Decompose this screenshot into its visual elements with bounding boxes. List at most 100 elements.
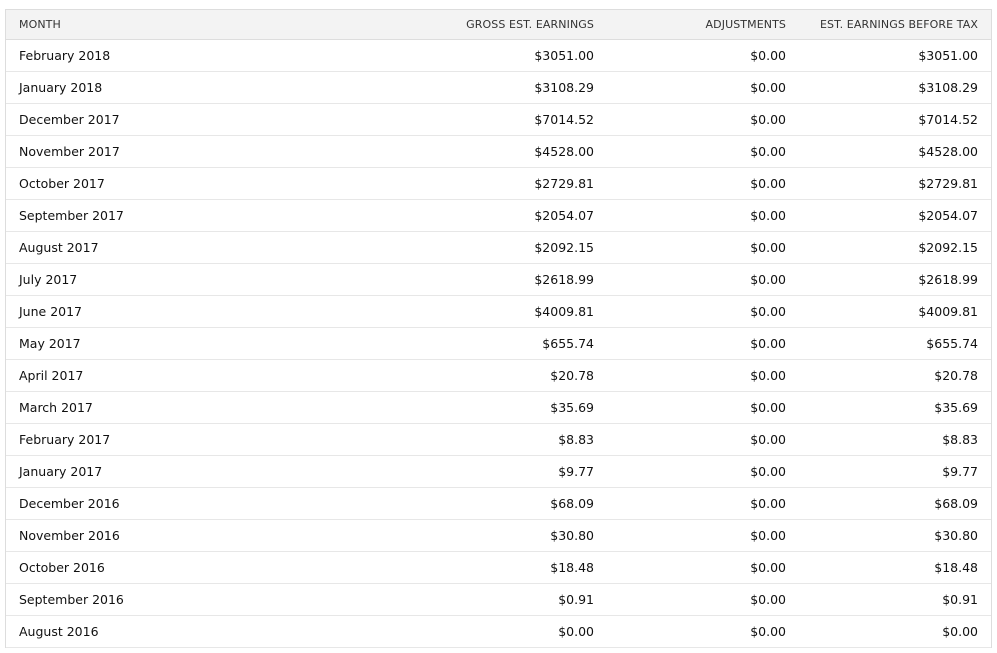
month-cell: May 2017	[19, 336, 81, 351]
table-row: July 2017 $2618.99 $0.00 $2618.99	[6, 264, 991, 296]
adjustments-cell: $0.00	[750, 432, 786, 447]
month-cell: February 2017	[19, 432, 111, 447]
gross-earnings-cell: $68.09	[550, 496, 594, 511]
adjustments-cell: $0.00	[750, 80, 786, 95]
adjustments-cell: $0.00	[750, 560, 786, 575]
month-cell: June 2017	[19, 304, 83, 319]
table-row: April 2017 $20.78 $0.00 $20.78	[6, 360, 991, 392]
column-header-adjustments[interactable]: ADJUSTMENTS	[594, 18, 786, 31]
earnings-before-tax-cell: $4009.81	[918, 304, 978, 319]
table-row: May 2017 $655.74 $0.00 $655.74	[6, 328, 991, 360]
table-row: January 2018 $3108.29 $0.00 $3108.29	[6, 72, 991, 104]
earnings-before-tax-cell: $2092.15	[918, 240, 978, 255]
month-cell: January 2017	[19, 464, 103, 479]
adjustments-cell: $0.00	[750, 624, 786, 639]
earnings-before-tax-cell: $2054.07	[918, 208, 978, 223]
month-cell: March 2017	[19, 400, 93, 415]
earnings-table: MONTH GROSS EST. EARNINGS ADJUSTMENTS ES…	[5, 9, 992, 648]
table-row: September 2017 $2054.07 $0.00 $2054.07	[6, 200, 991, 232]
gross-earnings-cell: $2054.07	[534, 208, 594, 223]
adjustments-cell: $0.00	[750, 208, 786, 223]
month-cell: August 2017	[19, 240, 99, 255]
month-cell: July 2017	[19, 272, 78, 287]
earnings-before-tax-cell: $2618.99	[918, 272, 978, 287]
adjustments-cell: $0.00	[750, 592, 786, 607]
gross-earnings-cell: $30.80	[550, 528, 594, 543]
gross-earnings-cell: $2618.99	[534, 272, 594, 287]
earnings-before-tax-cell: $30.80	[934, 528, 978, 543]
gross-earnings-cell: $18.48	[550, 560, 594, 575]
gross-earnings-cell: $2092.15	[534, 240, 594, 255]
gross-earnings-cell: $0.91	[558, 592, 594, 607]
earnings-before-tax-cell: $0.00	[942, 624, 978, 639]
adjustments-cell: $0.00	[750, 176, 786, 191]
table-row: November 2016 $30.80 $0.00 $30.80	[6, 520, 991, 552]
earnings-before-tax-cell: $7014.52	[918, 112, 978, 127]
earnings-before-tax-cell: $3108.29	[918, 80, 978, 95]
adjustments-cell: $0.00	[750, 240, 786, 255]
gross-earnings-cell: $0.00	[558, 624, 594, 639]
gross-earnings-cell: $3051.00	[534, 48, 594, 63]
gross-earnings-cell: $8.83	[558, 432, 594, 447]
adjustments-cell: $0.00	[750, 272, 786, 287]
earnings-before-tax-cell: $68.09	[934, 496, 978, 511]
earnings-before-tax-cell: $3051.00	[918, 48, 978, 63]
gross-earnings-cell: $2729.81	[534, 176, 594, 191]
gross-earnings-cell: $3108.29	[534, 80, 594, 95]
adjustments-cell: $0.00	[750, 112, 786, 127]
table-row: June 2017 $4009.81 $0.00 $4009.81	[6, 296, 991, 328]
table-row: August 2017 $2092.15 $0.00 $2092.15	[6, 232, 991, 264]
table-row: November 2017 $4528.00 $0.00 $4528.00	[6, 136, 991, 168]
table-row: October 2016 $18.48 $0.00 $18.48	[6, 552, 991, 584]
month-cell: December 2016	[19, 496, 120, 511]
table-row: December 2016 $68.09 $0.00 $68.09	[6, 488, 991, 520]
table-row: October 2017 $2729.81 $0.00 $2729.81	[6, 168, 991, 200]
earnings-before-tax-cell: $4528.00	[918, 144, 978, 159]
table-row: August 2016 $0.00 $0.00 $0.00	[6, 616, 991, 648]
adjustments-cell: $0.00	[750, 368, 786, 383]
month-cell: October 2017	[19, 176, 105, 191]
adjustments-cell: $0.00	[750, 336, 786, 351]
month-cell: December 2017	[19, 112, 120, 127]
gross-earnings-cell: $35.69	[550, 400, 594, 415]
gross-earnings-cell: $4528.00	[534, 144, 594, 159]
adjustments-cell: $0.00	[750, 304, 786, 319]
adjustments-cell: $0.00	[750, 496, 786, 511]
gross-earnings-cell: $7014.52	[534, 112, 594, 127]
table-row: September 2016 $0.91 $0.00 $0.91	[6, 584, 991, 616]
column-header-month[interactable]: MONTH	[6, 18, 366, 31]
adjustments-cell: $0.00	[750, 400, 786, 415]
earnings-before-tax-cell: $655.74	[926, 336, 978, 351]
adjustments-cell: $0.00	[750, 528, 786, 543]
gross-earnings-cell: $20.78	[550, 368, 594, 383]
month-cell: February 2018	[19, 48, 111, 63]
month-cell: November 2016	[19, 528, 120, 543]
table-row: January 2017 $9.77 $0.00 $9.77	[6, 456, 991, 488]
table-body: February 2018 $3051.00 $0.00 $3051.00 Ja…	[6, 40, 991, 648]
gross-earnings-cell: $9.77	[558, 464, 594, 479]
column-header-gross-earnings[interactable]: GROSS EST. EARNINGS	[366, 18, 594, 31]
month-cell: April 2017	[19, 368, 84, 383]
earnings-before-tax-cell: $20.78	[934, 368, 978, 383]
column-header-earnings-before-tax[interactable]: EST. EARNINGS BEFORE TAX	[786, 18, 978, 31]
table-row: March 2017 $35.69 $0.00 $35.69	[6, 392, 991, 424]
table-row: February 2017 $8.83 $0.00 $8.83	[6, 424, 991, 456]
month-cell: August 2016	[19, 624, 99, 639]
adjustments-cell: $0.00	[750, 48, 786, 63]
month-cell: October 2016	[19, 560, 105, 575]
adjustments-cell: $0.00	[750, 464, 786, 479]
earnings-before-tax-cell: $18.48	[934, 560, 978, 575]
earnings-before-tax-cell: $8.83	[942, 432, 978, 447]
earnings-before-tax-cell: $9.77	[942, 464, 978, 479]
gross-earnings-cell: $655.74	[542, 336, 594, 351]
earnings-before-tax-cell: $35.69	[934, 400, 978, 415]
gross-earnings-cell: $4009.81	[534, 304, 594, 319]
table-row: February 2018 $3051.00 $0.00 $3051.00	[6, 40, 991, 72]
month-cell: September 2017	[19, 208, 124, 223]
adjustments-cell: $0.00	[750, 144, 786, 159]
earnings-before-tax-cell: $2729.81	[918, 176, 978, 191]
month-cell: January 2018	[19, 80, 103, 95]
table-row: December 2017 $7014.52 $0.00 $7014.52	[6, 104, 991, 136]
table-header: MONTH GROSS EST. EARNINGS ADJUSTMENTS ES…	[6, 10, 991, 40]
month-cell: November 2017	[19, 144, 120, 159]
